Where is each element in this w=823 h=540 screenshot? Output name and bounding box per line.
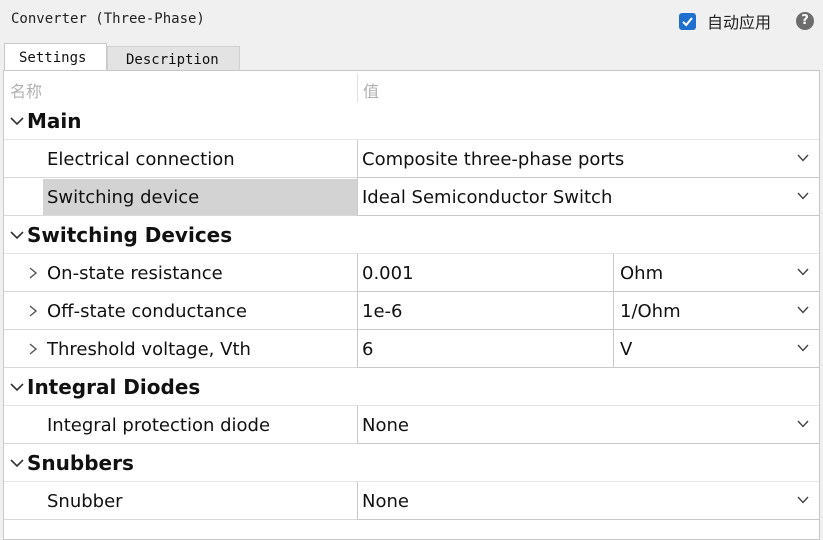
- row-threshold-voltage[interactable]: Threshold voltage, Vth 6 V: [4, 330, 819, 368]
- property-label: Off-state conductance: [47, 301, 247, 322]
- tab-settings[interactable]: Settings: [4, 43, 107, 71]
- chevron-down-icon[interactable]: [797, 192, 809, 200]
- property-name-cell: Off-state conductance: [4, 292, 358, 330]
- section-integral-diodes[interactable]: Integral Diodes: [4, 368, 819, 406]
- auto-apply-checkbox[interactable]: [679, 12, 696, 30]
- threshold-voltage-unit-dropdown[interactable]: V: [613, 330, 819, 368]
- chevron-right-icon[interactable]: [27, 342, 39, 356]
- chevron-down-icon[interactable]: [797, 496, 809, 504]
- dropdown-value: None: [362, 491, 409, 512]
- chevron-down-icon[interactable]: [797, 306, 809, 314]
- chevron-down-icon[interactable]: [797, 268, 809, 276]
- section-title: Integral Diodes: [27, 375, 201, 399]
- property-name-cell: Switching device: [4, 178, 358, 216]
- threshold-voltage-input[interactable]: 6: [357, 330, 614, 368]
- chevron-down-icon[interactable]: [9, 227, 25, 243]
- switching-device-dropdown[interactable]: Ideal Semiconductor Switch: [357, 178, 819, 216]
- section-title: Main: [27, 109, 82, 133]
- row-electrical-connection[interactable]: Electrical connection Composite three-ph…: [4, 140, 819, 178]
- property-label: Snubber: [47, 491, 123, 512]
- property-label: On-state resistance: [47, 263, 223, 284]
- on-state-resistance-unit-dropdown[interactable]: Ohm: [613, 254, 819, 292]
- table-header: 名称 值: [4, 71, 819, 104]
- input-value: 1e-6: [362, 301, 403, 322]
- tab-description[interactable]: Description: [107, 46, 240, 71]
- property-name-cell: Snubber: [4, 482, 358, 520]
- section-title: Switching Devices: [27, 223, 233, 247]
- input-value: 6: [362, 339, 374, 360]
- row-switching-device[interactable]: Switching device Ideal Semiconductor Swi…: [4, 178, 819, 216]
- row-snubber[interactable]: Snubber None: [4, 482, 819, 520]
- row-off-state-conductance[interactable]: Off-state conductance 1e-6 1/Ohm: [4, 292, 819, 330]
- dropdown-value: None: [362, 415, 409, 436]
- electrical-connection-dropdown[interactable]: Composite three-phase ports: [357, 140, 819, 178]
- dropdown-value: Ideal Semiconductor Switch: [362, 187, 613, 208]
- window-title: Converter (Three-Phase): [11, 11, 205, 27]
- checkmark-icon: [682, 16, 693, 26]
- title-bar: Converter (Three-Phase) 自动应用 ?: [0, 0, 823, 42]
- help-icon[interactable]: ?: [796, 12, 814, 30]
- property-name-cell: Integral protection diode: [4, 406, 358, 444]
- chevron-down-icon[interactable]: [797, 154, 809, 162]
- section-snubbers[interactable]: Snubbers: [4, 444, 819, 482]
- auto-apply-toggle[interactable]: 自动应用: [679, 11, 772, 32]
- chevron-down-icon[interactable]: [9, 455, 25, 471]
- unit-value: V: [620, 339, 633, 360]
- property-name-cell: Electrical connection: [4, 140, 358, 178]
- chevron-down-icon[interactable]: [9, 379, 25, 395]
- snubber-dropdown[interactable]: None: [357, 482, 819, 520]
- chevron-right-icon[interactable]: [27, 266, 39, 280]
- property-name-cell: On-state resistance: [4, 254, 358, 292]
- section-switching-devices[interactable]: Switching Devices: [4, 216, 819, 254]
- row-on-state-resistance[interactable]: On-state resistance 0.001 Ohm: [4, 254, 819, 292]
- property-label: Integral protection diode: [47, 415, 271, 436]
- section-title: Snubbers: [27, 451, 134, 475]
- property-table: 名称 值 Main Electrical connection Composit…: [3, 70, 820, 540]
- column-header-value: 值: [363, 82, 380, 101]
- auto-apply-label: 自动应用: [707, 13, 772, 32]
- dropdown-value: Composite three-phase ports: [362, 149, 625, 170]
- chevron-down-icon[interactable]: [797, 344, 809, 352]
- property-name-cell: Threshold voltage, Vth: [4, 330, 358, 368]
- unit-value: Ohm: [620, 263, 664, 284]
- chevron-down-icon[interactable]: [797, 420, 809, 428]
- chevron-down-icon[interactable]: [9, 113, 25, 129]
- row-integral-protection-diode[interactable]: Integral protection diode None: [4, 406, 819, 444]
- input-value: 0.001: [362, 263, 414, 284]
- tab-bar: Settings Description: [0, 42, 823, 71]
- column-header-name: 名称: [10, 82, 43, 101]
- integral-protection-diode-dropdown[interactable]: None: [357, 406, 819, 444]
- on-state-resistance-input[interactable]: 0.001: [357, 254, 614, 292]
- property-label: Switching device: [47, 187, 200, 208]
- column-divider[interactable]: [357, 73, 358, 102]
- chevron-right-icon[interactable]: [27, 304, 39, 318]
- unit-value: 1/Ohm: [620, 301, 681, 322]
- off-state-conductance-unit-dropdown[interactable]: 1/Ohm: [613, 292, 819, 330]
- property-label: Electrical connection: [47, 149, 235, 170]
- off-state-conductance-input[interactable]: 1e-6: [357, 292, 614, 330]
- property-label: Threshold voltage, Vth: [47, 339, 251, 360]
- section-main[interactable]: Main: [4, 102, 819, 140]
